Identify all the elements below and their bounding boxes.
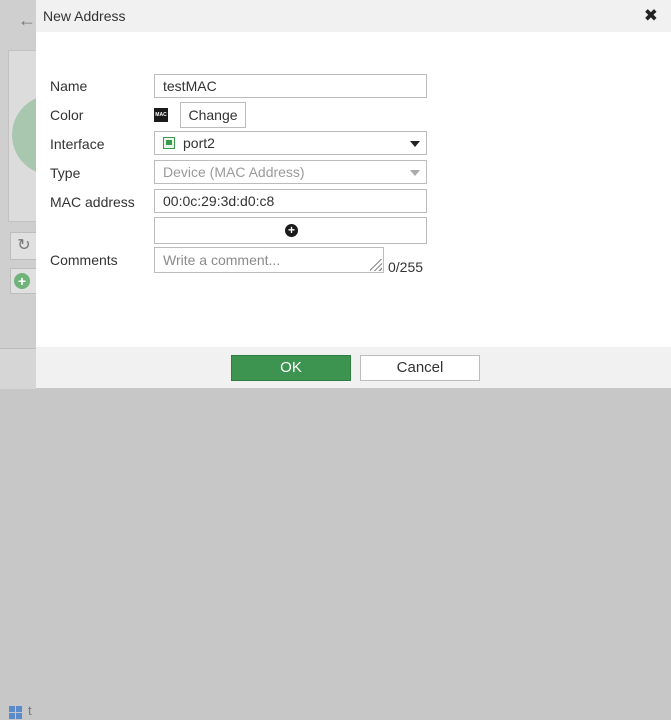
name-value: testMAC [163, 78, 217, 94]
name-field[interactable]: testMAC [154, 74, 427, 98]
dialog-title: New Address [43, 8, 126, 24]
comments-character-counter: 0/255 [388, 259, 424, 275]
type-value: Device (MAC Address) [163, 164, 305, 180]
chevron-down-icon [410, 170, 420, 176]
refresh-icon: ↻ [10, 232, 37, 260]
comments-placeholder: Write a comment... [163, 252, 281, 268]
port-icon [163, 137, 175, 149]
comments-textarea[interactable]: Write a comment... [154, 247, 384, 273]
color-swatch-icon: MAC [154, 108, 168, 122]
back-arrow-icon: ← [18, 10, 36, 30]
cancel-button[interactable]: Cancel [360, 355, 480, 381]
windows-icon [9, 706, 23, 720]
background-add-button: + [10, 268, 37, 294]
mac-address-value: 00:0c:29:3d:d0:c8 [163, 193, 275, 209]
comments-label: Comments [50, 252, 118, 268]
background-app-strip: ← ↻ + t [0, 0, 52, 719]
mac-address-field[interactable]: 00:0c:29:3d:d0:c8 [154, 189, 427, 213]
change-color-button[interactable]: Change [180, 102, 246, 128]
add-icon[interactable]: + [285, 224, 298, 237]
taskbar: t [0, 348, 36, 719]
plus-circle-icon: + [14, 273, 30, 289]
interface-value: port2 [183, 135, 215, 151]
ok-button[interactable]: OK [231, 355, 351, 381]
name-label: Name [50, 78, 88, 94]
color-label: Color [50, 107, 84, 123]
interface-label: Interface [50, 136, 105, 152]
dialog-header: New Address ✖ [36, 0, 671, 32]
close-icon[interactable]: ✖ [644, 6, 658, 26]
taskbar-text: t [28, 703, 32, 718]
chevron-down-icon [410, 141, 420, 147]
type-label: Type [50, 165, 81, 181]
new-address-dialog: New Address ✖ Name testMAC Color MAC Cha… [36, 0, 671, 388]
add-mac-address-row[interactable]: + [154, 217, 427, 244]
interface-select[interactable]: port2 [154, 131, 427, 155]
dialog-footer: OK Cancel [36, 347, 671, 388]
resize-handle-icon[interactable] [370, 259, 382, 271]
mac-address-label: MAC address [50, 194, 135, 210]
type-select: Device (MAC Address) [154, 160, 427, 184]
